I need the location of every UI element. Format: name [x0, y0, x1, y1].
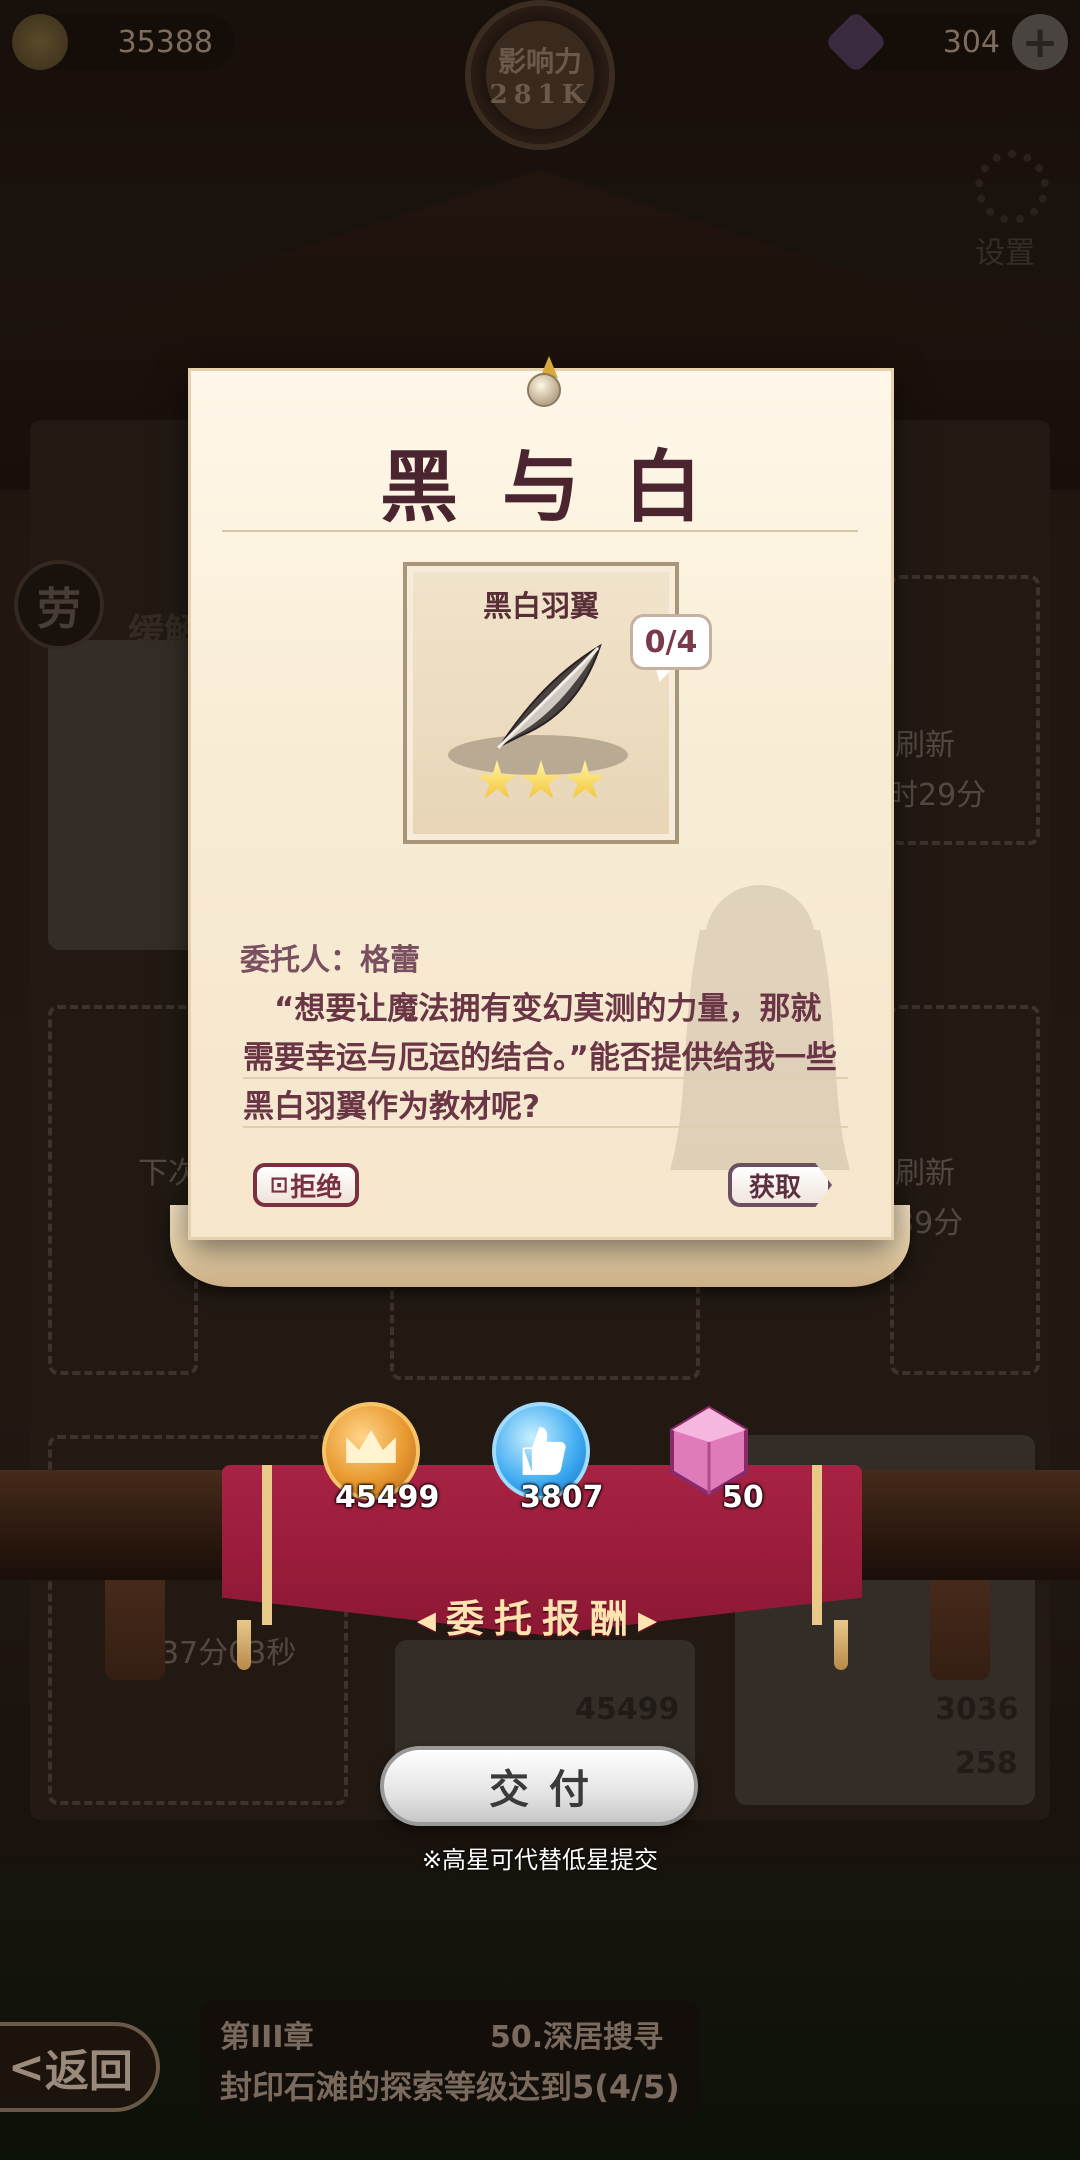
commission-quote: “想要让魔法拥有变幻莫测的力量，那就需要幸运与厄运的结合。”能否提供给我一些黑白… [243, 991, 837, 1125]
feather-icon [496, 643, 602, 750]
reward-value: 45499 [335, 1480, 440, 1515]
reward-banner-label: ◂委托报酬▸ [416, 1597, 668, 1641]
submit-button[interactable]: 交付 [380, 1746, 698, 1826]
submit-note: ※高星可代替低星提交 [421, 1846, 659, 1874]
influence-label: 影响力 [497, 45, 582, 78]
star-icon [476, 760, 518, 799]
add-gems-button[interactable]: + [1012, 14, 1068, 70]
quest-description: 封印石滩的探索等级达到5(4/5) [220, 2068, 680, 2106]
reward-value: 3807 [520, 1480, 604, 1515]
influence-badge: 影响力 281K [465, 0, 615, 150]
divider [222, 530, 858, 532]
gem-value: 304 [942, 24, 1000, 60]
refuse-button[interactable]: ⊡ 拒绝 [253, 1163, 359, 1207]
dialog-title: 黑与白 [379, 443, 746, 533]
refuse-icon: ⊡ [269, 1172, 289, 1198]
acquire-label: 获取 [748, 1172, 801, 1203]
back-label: 返回 [44, 2046, 133, 2097]
pin-icon [527, 373, 561, 407]
influence-value: 281K [489, 80, 591, 110]
item-count-bubble: 0/4 [630, 614, 712, 670]
star-icon [564, 760, 606, 799]
acquire-button[interactable]: 获取 [728, 1163, 832, 1207]
gold-value: 35388 [117, 24, 213, 60]
back-button[interactable]: < 返回 [0, 2022, 160, 2112]
refuse-label: 拒绝 [290, 1172, 343, 1203]
reward-value: 50 [722, 1480, 764, 1515]
chevron-left-icon: < [8, 2041, 45, 2093]
star-icon [520, 760, 562, 799]
item-rarity-stars [476, 760, 606, 802]
gold-coin-icon [12, 14, 68, 70]
quest-tracker[interactable]: 第III章 50.深居搜寻 封印石滩的探索等级达到5(4/5) [200, 2000, 700, 2120]
client-name: 委托人：格蕾 [240, 943, 420, 978]
quest-name: 50.深居搜寻 [490, 2020, 664, 2055]
chapter-label: 第III章 [220, 2020, 314, 2055]
